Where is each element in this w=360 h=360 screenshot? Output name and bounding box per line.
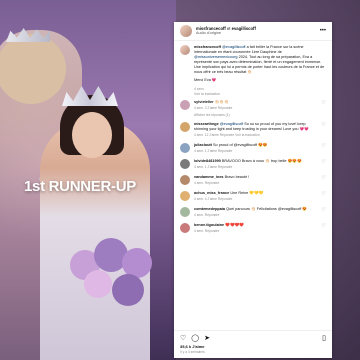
post-details-panel: missfrancecoff et evagilliscoff Audio d'… [174, 22, 332, 358]
caption-mention[interactable]: @evagilliscoff [222, 45, 245, 49]
comment-meta[interactable]: 4 sem. 4 J'aime Répondre [194, 197, 318, 201]
comment-like-icon[interactable]: ♡ [322, 143, 326, 153]
comment-body: juliacloutt So proud of @evagilliscoff 😍… [194, 143, 318, 153]
post-image[interactable]: 1st RUNNER-UP [0, 0, 176, 360]
comment-meta[interactable]: 4 sem. 12 J'aime Répondre Voir la traduc… [194, 133, 318, 137]
comment-body: vandamme_ines Bravo beauté ! 4 sem. Répon… [194, 175, 318, 185]
comment-item: comtemedeppaia Quel parcours 👏🏻 Félicita… [180, 207, 326, 217]
comment-icon[interactable]: ◯ [191, 334, 199, 342]
comment-content: BRAVOOO Bravo à vous 👏🏻 trop belle 😍😍😍 [221, 159, 302, 163]
commenter-username[interactable]: lolvide8481990 [194, 159, 221, 163]
comment-item: achus_miss_france Une Reine 💛💛💛 4 sem. 4 … [180, 191, 326, 201]
comment-like-icon[interactable]: ♡ [322, 207, 326, 217]
author-avatar[interactable] [180, 25, 192, 37]
comment-text: benne.tigoulaine ❤️❤️❤️❤️ [194, 223, 318, 228]
runner-up-face [72, 112, 112, 158]
caption: missfrancecoff @evagilliscoff a fait bri… [174, 41, 332, 85]
commenter-username[interactable]: benne.tigoulaine [194, 223, 224, 227]
comment-item: juliacloutt So proud of @evagilliscoff 😍… [180, 143, 326, 153]
see-translation-link[interactable]: Voir la traduction [194, 92, 332, 96]
comment-text: juliacloutt So proud of @evagilliscoff 😍… [194, 143, 318, 148]
commenter-avatar[interactable] [180, 191, 190, 201]
comment-body: achus_miss_france Une Reine 💛💛💛 4 sem. 4 … [194, 191, 318, 201]
caption-text: missfrancecoff @evagilliscoff a fait bri… [194, 45, 325, 82]
comment-text: lolvide8481990 BRAVOOO Bravo à vous 👏🏻 t… [194, 159, 318, 164]
comment-like-icon[interactable]: ♡ [322, 100, 326, 110]
commenter-avatar[interactable] [180, 143, 190, 153]
comment-meta[interactable]: 4 sem. 1 J'aime Répondre [194, 165, 318, 169]
comment-like-icon[interactable]: ♡ [322, 122, 326, 137]
post-header: missfrancecoff et evagilliscoff Audio d'… [174, 22, 332, 41]
comment-text: vandamme_ines Bravo beauté ! [194, 175, 318, 180]
comment-item: sylvieteller 👏🏻👏🏻👏🏻 4 sem. 3 J'aime Répon… [180, 100, 326, 110]
comment-item: benne.tigoulaine ❤️❤️❤️❤️ 4 sem. Répondre… [180, 223, 326, 233]
comment-meta[interactable]: 4 sem. Répondre [194, 229, 318, 233]
commenter-username[interactable]: vandamme_ines [194, 175, 224, 179]
comment-text: comtemedeppaia Quel parcours 👏🏻 Félicita… [194, 207, 318, 212]
comment-text: missearthnge @evagilliscoff So so so pro… [194, 122, 318, 132]
comment-body: sylvieteller 👏🏻👏🏻👏🏻 4 sem. 3 J'aime Répon… [194, 100, 318, 110]
like-icon[interactable]: ♡ [180, 334, 186, 342]
caption-avatar[interactable] [180, 45, 190, 55]
runner-up-label: 1st RUNNER-UP [24, 178, 136, 195]
comment-mention[interactable]: @evagilliscoff [220, 122, 243, 126]
comment-content: So proud of @evagilliscoff 😍😍 [213, 143, 268, 147]
comment-text: achus_miss_france Une Reine 💛💛💛 [194, 191, 318, 196]
comment-item: lolvide8481990 BRAVOOO Bravo à vous 👏🏻 t… [180, 159, 326, 169]
likes-count[interactable]: 35,6 k J'aime [180, 344, 326, 349]
comment-item: missearthnge @evagilliscoff So so so pro… [180, 122, 326, 137]
commenter-avatar[interactable] [180, 207, 190, 217]
caption-author[interactable]: missfrancecoff [194, 45, 221, 49]
comment-like-icon[interactable]: ♡ [322, 191, 326, 201]
more-options-icon[interactable]: ••• [320, 28, 326, 34]
post-date: Il y a 4 semaines [180, 350, 205, 354]
audio-label[interactable]: Audio d'origine [196, 31, 320, 36]
comment-meta[interactable]: 4 sem. 3 J'aime Répondre [194, 106, 318, 110]
commenter-avatar[interactable] [180, 159, 190, 169]
bouquet [60, 230, 170, 320]
comments-list: sylvieteller 👏🏻👏🏻👏🏻 4 sem. 3 J'aime Répon… [174, 100, 332, 233]
comment-content: Quel parcours 👏🏻 Félicitations @evagilli… [226, 207, 308, 211]
comment-content: Bravo beauté ! [224, 175, 250, 179]
commenter-avatar[interactable] [180, 100, 190, 110]
authors-connector: et [226, 26, 231, 31]
comment-meta[interactable]: 4 sem. 1 J'aime Répondre [194, 149, 318, 153]
comment-body: missearthnge @evagilliscoff So so so pro… [194, 122, 318, 137]
comment-content: Une Reine 💛💛💛 [230, 191, 264, 195]
comment-like-icon[interactable]: ♡ [322, 223, 326, 233]
commenter-username[interactable]: comtemedeppaia [194, 207, 225, 211]
commenter-avatar[interactable] [180, 223, 190, 233]
commenter-username[interactable]: sylvieteller [194, 100, 214, 104]
comment-meta[interactable]: 4 sem. Répondre [194, 181, 318, 185]
share-icon[interactable]: ➤ [204, 334, 210, 342]
comment-like-icon[interactable]: ♡ [322, 159, 326, 169]
commenter-username[interactable]: juliacloutt [194, 143, 212, 147]
comment-content: 👏🏻👏🏻👏🏻 [214, 100, 229, 104]
post-footer: ♡ ◯ ➤ ▯ 35,6 k J'aime Il y a 4 semaines [174, 330, 332, 358]
comment-item: vandamme_ines Bravo beauté ! 4 sem. Répon… [180, 175, 326, 185]
post-authors: missfrancecoff et evagilliscoff Audio d'… [196, 26, 320, 36]
comment-body: comtemedeppaia Quel parcours 👏🏻 Félicita… [194, 207, 318, 217]
commenter-username[interactable]: achus_miss_france [194, 191, 229, 195]
comment-body: lolvide8481990 BRAVOOO Bravo à vous 👏🏻 t… [194, 159, 318, 169]
comment-body: benne.tigoulaine ❤️❤️❤️❤️ 4 sem. Répondre [194, 223, 318, 233]
caption-time: 4 sem. [194, 87, 205, 91]
comment-content: ❤️❤️❤️❤️ [225, 223, 245, 227]
view-replies-link[interactable]: Afficher les réponses (1) [194, 113, 326, 117]
action-bar: ♡ ◯ ➤ ▯ [180, 334, 326, 342]
caption-thanks: Merci Eva 💗 [194, 78, 217, 82]
comment-meta[interactable]: 4 sem. Répondre [194, 213, 318, 217]
comment-text: sylvieteller 👏🏻👏🏻👏🏻 [194, 100, 318, 105]
commenter-username[interactable]: missearthnge [194, 122, 219, 126]
commenter-avatar[interactable] [180, 175, 190, 185]
commenter-avatar[interactable] [180, 122, 190, 132]
comment-like-icon[interactable]: ♡ [322, 175, 326, 185]
coauthor-link[interactable]: evagilliscoff [232, 26, 256, 31]
caption-mention-2[interactable]: @missuniversemexicoorg [194, 55, 238, 59]
save-icon[interactable]: ▯ [322, 334, 326, 342]
